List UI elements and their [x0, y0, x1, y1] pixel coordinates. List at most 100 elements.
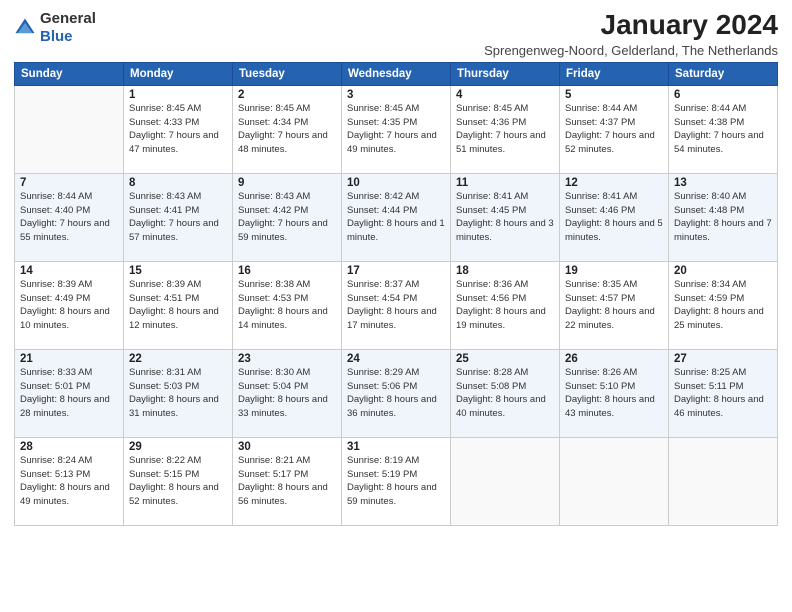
- day-info: Sunrise: 8:45 AMSunset: 4:35 PMDaylight:…: [347, 102, 445, 157]
- weekday-header: Tuesday: [233, 62, 342, 85]
- day-number: 28: [20, 441, 118, 453]
- weekday-header: Wednesday: [342, 62, 451, 85]
- day-info: Sunrise: 8:44 AMSunset: 4:37 PMDaylight:…: [565, 102, 663, 157]
- day-info: Sunrise: 8:35 AMSunset: 4:57 PMDaylight:…: [565, 278, 663, 333]
- day-number: 4: [456, 89, 554, 101]
- day-info: Sunrise: 8:29 AMSunset: 5:06 PMDaylight:…: [347, 366, 445, 421]
- day-number: 19: [565, 265, 663, 277]
- day-info: Sunrise: 8:37 AMSunset: 4:54 PMDaylight:…: [347, 278, 445, 333]
- calendar-cell: 9Sunrise: 8:43 AMSunset: 4:42 PMDaylight…: [233, 173, 342, 261]
- calendar-week-row: 1Sunrise: 8:45 AMSunset: 4:33 PMDaylight…: [15, 85, 778, 173]
- calendar-cell: 4Sunrise: 8:45 AMSunset: 4:36 PMDaylight…: [451, 85, 560, 173]
- calendar-cell: 20Sunrise: 8:34 AMSunset: 4:59 PMDayligh…: [669, 261, 778, 349]
- day-number: 2: [238, 89, 336, 101]
- logo-text: General Blue: [40, 10, 96, 46]
- calendar-cell: 17Sunrise: 8:37 AMSunset: 4:54 PMDayligh…: [342, 261, 451, 349]
- day-info: Sunrise: 8:41 AMSunset: 4:45 PMDaylight:…: [456, 190, 554, 245]
- weekday-header: Sunday: [15, 62, 124, 85]
- calendar-week-row: 7Sunrise: 8:44 AMSunset: 4:40 PMDaylight…: [15, 173, 778, 261]
- calendar-cell: 25Sunrise: 8:28 AMSunset: 5:08 PMDayligh…: [451, 349, 560, 437]
- day-info: Sunrise: 8:25 AMSunset: 5:11 PMDaylight:…: [674, 366, 772, 421]
- calendar-cell: 11Sunrise: 8:41 AMSunset: 4:45 PMDayligh…: [451, 173, 560, 261]
- day-info: Sunrise: 8:45 AMSunset: 4:33 PMDaylight:…: [129, 102, 227, 157]
- day-number: 15: [129, 265, 227, 277]
- day-number: 22: [129, 353, 227, 365]
- day-number: 16: [238, 265, 336, 277]
- day-info: Sunrise: 8:24 AMSunset: 5:13 PMDaylight:…: [20, 454, 118, 509]
- day-info: Sunrise: 8:36 AMSunset: 4:56 PMDaylight:…: [456, 278, 554, 333]
- day-info: Sunrise: 8:33 AMSunset: 5:01 PMDaylight:…: [20, 366, 118, 421]
- day-info: Sunrise: 8:40 AMSunset: 4:48 PMDaylight:…: [674, 190, 772, 245]
- day-number: 20: [674, 265, 772, 277]
- calendar-cell: 26Sunrise: 8:26 AMSunset: 5:10 PMDayligh…: [560, 349, 669, 437]
- logo-icon: [14, 17, 36, 39]
- day-info: Sunrise: 8:26 AMSunset: 5:10 PMDaylight:…: [565, 366, 663, 421]
- calendar-cell: 27Sunrise: 8:25 AMSunset: 5:11 PMDayligh…: [669, 349, 778, 437]
- day-info: Sunrise: 8:41 AMSunset: 4:46 PMDaylight:…: [565, 190, 663, 245]
- weekday-header: Monday: [124, 62, 233, 85]
- calendar-header: SundayMondayTuesdayWednesdayThursdayFrid…: [15, 62, 778, 85]
- calendar-cell: 5Sunrise: 8:44 AMSunset: 4:37 PMDaylight…: [560, 85, 669, 173]
- calendar-cell: 22Sunrise: 8:31 AMSunset: 5:03 PMDayligh…: [124, 349, 233, 437]
- day-info: Sunrise: 8:39 AMSunset: 4:51 PMDaylight:…: [129, 278, 227, 333]
- weekday-header: Thursday: [451, 62, 560, 85]
- calendar-body: 1Sunrise: 8:45 AMSunset: 4:33 PMDaylight…: [15, 85, 778, 525]
- calendar-cell: 21Sunrise: 8:33 AMSunset: 5:01 PMDayligh…: [15, 349, 124, 437]
- calendar-cell: 24Sunrise: 8:29 AMSunset: 5:06 PMDayligh…: [342, 349, 451, 437]
- day-number: 25: [456, 353, 554, 365]
- day-number: 29: [129, 441, 227, 453]
- day-number: 18: [456, 265, 554, 277]
- day-info: Sunrise: 8:28 AMSunset: 5:08 PMDaylight:…: [456, 366, 554, 421]
- day-info: Sunrise: 8:44 AMSunset: 4:40 PMDaylight:…: [20, 190, 118, 245]
- day-number: 10: [347, 177, 445, 189]
- day-info: Sunrise: 8:45 AMSunset: 4:36 PMDaylight:…: [456, 102, 554, 157]
- day-number: 13: [674, 177, 772, 189]
- calendar-table: SundayMondayTuesdayWednesdayThursdayFrid…: [14, 62, 778, 526]
- calendar-cell: [560, 437, 669, 525]
- calendar-cell: 19Sunrise: 8:35 AMSunset: 4:57 PMDayligh…: [560, 261, 669, 349]
- day-number: 14: [20, 265, 118, 277]
- calendar-week-row: 14Sunrise: 8:39 AMSunset: 4:49 PMDayligh…: [15, 261, 778, 349]
- calendar-cell: [15, 85, 124, 173]
- calendar-cell: 29Sunrise: 8:22 AMSunset: 5:15 PMDayligh…: [124, 437, 233, 525]
- day-info: Sunrise: 8:45 AMSunset: 4:34 PMDaylight:…: [238, 102, 336, 157]
- day-number: 7: [20, 177, 118, 189]
- day-number: 30: [238, 441, 336, 453]
- calendar-cell: 15Sunrise: 8:39 AMSunset: 4:51 PMDayligh…: [124, 261, 233, 349]
- day-info: Sunrise: 8:30 AMSunset: 5:04 PMDaylight:…: [238, 366, 336, 421]
- day-number: 23: [238, 353, 336, 365]
- day-number: 8: [129, 177, 227, 189]
- day-number: 3: [347, 89, 445, 101]
- calendar-cell: 16Sunrise: 8:38 AMSunset: 4:53 PMDayligh…: [233, 261, 342, 349]
- calendar-cell: 28Sunrise: 8:24 AMSunset: 5:13 PMDayligh…: [15, 437, 124, 525]
- title-block: January 2024 Sprengenweg-Noord, Gelderla…: [484, 10, 778, 58]
- calendar-cell: 3Sunrise: 8:45 AMSunset: 4:35 PMDaylight…: [342, 85, 451, 173]
- calendar-week-row: 21Sunrise: 8:33 AMSunset: 5:01 PMDayligh…: [15, 349, 778, 437]
- day-number: 31: [347, 441, 445, 453]
- calendar-cell: 30Sunrise: 8:21 AMSunset: 5:17 PMDayligh…: [233, 437, 342, 525]
- logo-blue: Blue: [40, 28, 73, 45]
- day-number: 9: [238, 177, 336, 189]
- day-number: 6: [674, 89, 772, 101]
- weekday-header: Saturday: [669, 62, 778, 85]
- calendar-cell: [669, 437, 778, 525]
- day-info: Sunrise: 8:43 AMSunset: 4:41 PMDaylight:…: [129, 190, 227, 245]
- calendar-cell: 6Sunrise: 8:44 AMSunset: 4:38 PMDaylight…: [669, 85, 778, 173]
- day-number: 17: [347, 265, 445, 277]
- weekday-row: SundayMondayTuesdayWednesdayThursdayFrid…: [15, 62, 778, 85]
- day-number: 5: [565, 89, 663, 101]
- calendar-cell: 12Sunrise: 8:41 AMSunset: 4:46 PMDayligh…: [560, 173, 669, 261]
- day-info: Sunrise: 8:43 AMSunset: 4:42 PMDaylight:…: [238, 190, 336, 245]
- day-info: Sunrise: 8:21 AMSunset: 5:17 PMDaylight:…: [238, 454, 336, 509]
- calendar-cell: 7Sunrise: 8:44 AMSunset: 4:40 PMDaylight…: [15, 173, 124, 261]
- day-info: Sunrise: 8:19 AMSunset: 5:19 PMDaylight:…: [347, 454, 445, 509]
- logo: General Blue: [14, 10, 96, 46]
- month-title: January 2024: [484, 10, 778, 41]
- day-number: 11: [456, 177, 554, 189]
- calendar-cell: 31Sunrise: 8:19 AMSunset: 5:19 PMDayligh…: [342, 437, 451, 525]
- day-info: Sunrise: 8:38 AMSunset: 4:53 PMDaylight:…: [238, 278, 336, 333]
- day-info: Sunrise: 8:42 AMSunset: 4:44 PMDaylight:…: [347, 190, 445, 245]
- weekday-header: Friday: [560, 62, 669, 85]
- day-number: 27: [674, 353, 772, 365]
- day-info: Sunrise: 8:34 AMSunset: 4:59 PMDaylight:…: [674, 278, 772, 333]
